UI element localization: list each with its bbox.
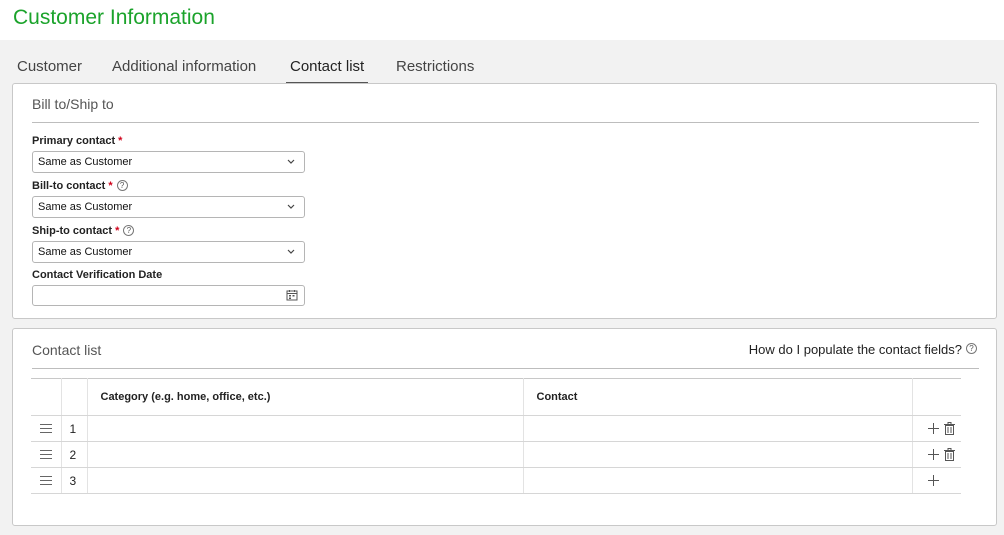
help-link[interactable]: How do I populate the contact fields?? <box>749 342 977 357</box>
grid-header-row: Category (e.g. home, office, etc.) Conta… <box>31 378 961 416</box>
primary-contact-select[interactable]: Same as Customer <box>32 151 305 173</box>
chevron-down-icon <box>287 159 295 164</box>
row-actions <box>913 422 962 435</box>
page-title: Customer Information <box>13 6 215 29</box>
chevron-down-icon <box>287 249 295 254</box>
row-number: 2 <box>61 441 88 468</box>
category-cell[interactable] <box>87 467 524 494</box>
actions-cell <box>912 415 962 442</box>
tab-customer[interactable]: Customer <box>17 55 82 83</box>
contact-list-section: Contact list How do I populate the conta… <box>12 328 997 526</box>
required-marker: * <box>115 225 120 237</box>
required-marker: * <box>108 180 113 192</box>
drag-cell[interactable] <box>31 441 62 468</box>
drag-cell[interactable] <box>31 415 62 442</box>
field-label-text: Primary contact <box>32 135 116 147</box>
table-row: 3 <box>31 467 962 494</box>
drag-handle-icon[interactable] <box>39 476 52 486</box>
contact-grid: Category (e.g. home, office, etc.) Conta… <box>31 378 961 494</box>
drag-column-header <box>31 378 62 416</box>
row-number-column-header <box>61 378 88 416</box>
contact-cell[interactable] <box>523 441 913 468</box>
ship-to-contact-select[interactable]: Same as Customer <box>32 241 305 263</box>
contact-cell[interactable] <box>523 415 913 442</box>
contact-cell[interactable] <box>523 467 913 494</box>
help-icon: ? <box>966 343 977 354</box>
select-value: Same as Customer <box>38 201 133 213</box>
table-row: 1 <box>31 415 962 442</box>
row-actions <box>913 474 962 487</box>
drag-handle-icon[interactable] <box>39 450 52 460</box>
category-column-header[interactable]: Category (e.g. home, office, etc.) <box>87 378 524 416</box>
table-row: 2 <box>31 441 962 468</box>
select-value: Same as Customer <box>38 156 133 168</box>
bill-ship-section: Bill to/Ship to Primary contact * Same as… <box>12 83 997 319</box>
bill-to-contact-label: Bill-to contact *? <box>32 180 128 192</box>
contact-column-header[interactable]: Contact <box>523 378 913 416</box>
drag-cell[interactable] <box>31 467 62 494</box>
help-icon[interactable]: ? <box>123 225 135 236</box>
section-divider <box>32 368 979 369</box>
select-value: Same as Customer <box>38 246 133 258</box>
help-link-text: How do I populate the contact fields? <box>748 342 962 357</box>
bill-to-contact-select[interactable]: Same as Customer <box>32 196 305 218</box>
add-row-icon[interactable] <box>927 474 940 487</box>
add-row-icon[interactable] <box>927 448 940 461</box>
trash-icon[interactable] <box>943 422 956 435</box>
ship-to-contact-label: Ship-to contact *? <box>32 225 135 237</box>
category-cell[interactable] <box>87 441 524 468</box>
tab-contact-list[interactable]: Contact list <box>286 55 369 83</box>
primary-contact-label: Primary contact * <box>32 135 122 147</box>
tab-bar: Customer Additional information Contact … <box>0 55 1004 83</box>
chevron-down-icon <box>287 204 295 209</box>
title-bar: Customer Information <box>0 0 1004 40</box>
help-icon[interactable]: ? <box>116 180 128 191</box>
drag-handle-icon[interactable] <box>39 424 52 434</box>
actions-column-header <box>912 378 961 416</box>
verification-date-input[interactable] <box>32 285 305 306</box>
add-row-icon[interactable] <box>927 422 940 435</box>
row-number: 1 <box>61 415 88 442</box>
actions-cell <box>912 441 962 468</box>
trash-icon[interactable] <box>943 448 956 461</box>
tab-restrictions[interactable]: Restrictions <box>396 55 474 83</box>
verification-date-label: Contact Verification Date <box>32 269 163 281</box>
row-number: 3 <box>61 467 88 494</box>
section-title: Bill to/Ship to <box>32 96 114 112</box>
row-actions <box>913 448 962 461</box>
category-cell[interactable] <box>87 415 524 442</box>
tab-additional-information[interactable]: Additional information <box>112 55 256 83</box>
calendar-icon[interactable] <box>286 289 298 301</box>
actions-cell <box>912 467 962 494</box>
field-label-text: Bill-to contact <box>32 180 106 192</box>
section-title: Contact list <box>32 342 102 358</box>
section-divider <box>32 122 979 123</box>
field-label-text: Ship-to contact <box>32 225 113 237</box>
required-marker: * <box>118 135 123 147</box>
